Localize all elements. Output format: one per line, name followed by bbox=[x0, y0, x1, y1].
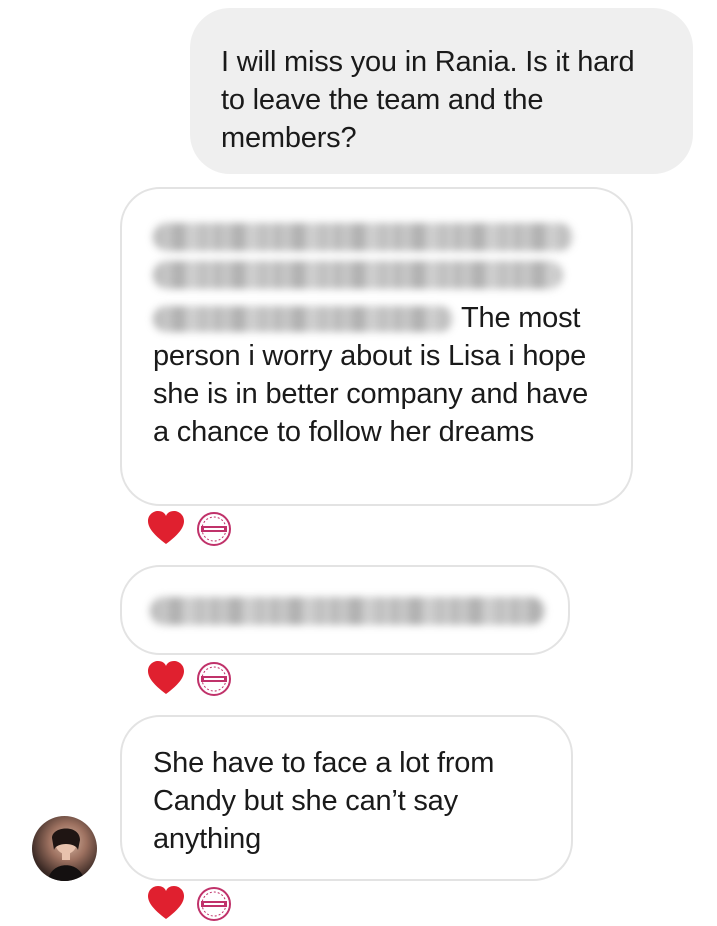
message-text: I will miss you in Rania. Is it hard to … bbox=[221, 46, 635, 154]
heart-reaction-icon bbox=[148, 661, 184, 694]
message-reactions[interactable] bbox=[146, 509, 232, 549]
blurred-text-segment bbox=[153, 306, 453, 333]
message-text: She have to face a lot from Candy but sh… bbox=[153, 747, 495, 855]
blurred-text-line bbox=[153, 261, 563, 289]
rania-sticker-icon bbox=[197, 512, 231, 546]
sent-message-bubble[interactable]: I will miss you in Rania. Is it hard to … bbox=[190, 8, 693, 174]
avatar[interactable] bbox=[32, 816, 97, 881]
blurred-text-line bbox=[153, 223, 573, 251]
rania-sticker-icon bbox=[197, 662, 231, 696]
message-reactions[interactable] bbox=[146, 659, 232, 699]
received-message-bubble[interactable]: The most person i worry about is Lisa i … bbox=[120, 187, 633, 506]
blurred-text-line bbox=[150, 597, 545, 625]
heart-reaction-icon bbox=[148, 511, 184, 544]
avatar-image bbox=[48, 828, 84, 881]
message-reactions[interactable] bbox=[146, 884, 232, 924]
rania-sticker-icon bbox=[197, 887, 231, 921]
received-message-bubble[interactable]: She have to face a lot from Candy but sh… bbox=[120, 715, 573, 881]
message-text-wrapper: The most person i worry about is Lisa i … bbox=[153, 299, 611, 451]
heart-reaction-icon bbox=[148, 886, 184, 919]
received-message-bubble[interactable] bbox=[120, 565, 570, 655]
